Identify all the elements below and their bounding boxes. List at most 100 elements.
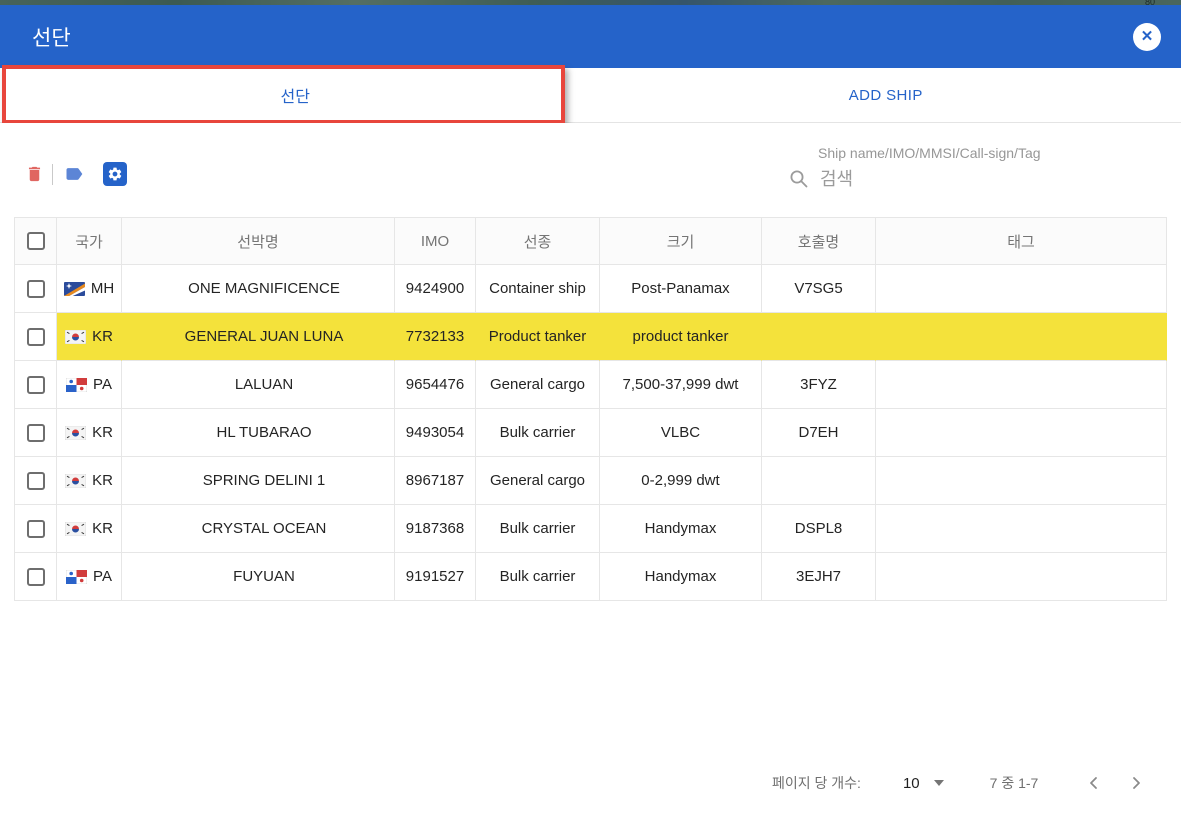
cell-size: Handymax	[600, 553, 762, 601]
cell-select	[14, 265, 57, 313]
table-row[interactable]: PA LALUAN 9654476 General cargo 7,500-37…	[14, 361, 1167, 409]
table-row[interactable]: MH ONE MAGNIFICENCE 9424900 Container sh…	[14, 265, 1167, 313]
cell-size: 7,500-37,999 dwt	[600, 361, 762, 409]
chevron-left-icon	[1086, 775, 1102, 791]
cell-tag	[876, 457, 1167, 505]
cell-tag	[876, 505, 1167, 553]
toolbar-region: Ship name/IMO/MMSI/Call-sign/Tag	[0, 123, 1181, 217]
cell-ship-name: GENERAL JUAN LUNA	[122, 313, 395, 361]
cell-select	[14, 457, 57, 505]
country-flag-icon	[65, 330, 86, 344]
country-flag-icon	[65, 474, 86, 488]
next-page-button[interactable]	[1128, 775, 1144, 791]
header-imo: IMO	[395, 217, 476, 265]
country-flag-icon	[65, 426, 86, 440]
cell-ship-name: CRYSTAL OCEAN	[122, 505, 395, 553]
range-label: 7 중 1-7	[990, 773, 1039, 793]
cell-select	[14, 553, 57, 601]
table-row[interactable]: KR SPRING DELINI 1 8967187 General cargo…	[14, 457, 1167, 505]
tag-icon	[62, 164, 86, 184]
cell-imo: 9191527	[395, 553, 476, 601]
cell-size: product tanker	[600, 313, 762, 361]
delete-button[interactable]	[24, 162, 44, 186]
table-row[interactable]: KR HL TUBARAO 9493054 Bulk carrier VLBC …	[14, 409, 1167, 457]
tab-fleet[interactable]: 선단	[0, 68, 591, 122]
cell-imo: 9424900	[395, 265, 476, 313]
row-checkbox[interactable]	[27, 328, 45, 346]
cell-tag	[876, 265, 1167, 313]
cell-tag	[876, 553, 1167, 601]
cell-ship-name: LALUAN	[122, 361, 395, 409]
country-flag-icon	[66, 570, 87, 584]
country-code: MH	[91, 280, 114, 297]
cell-imo: 9187368	[395, 505, 476, 553]
cell-ship-type: Product tanker	[476, 313, 600, 361]
search-area: Ship name/IMO/MMSI/Call-sign/Tag	[788, 145, 1088, 190]
per-page-label: 페이지 당 개수:	[772, 773, 861, 793]
header-country: 국가	[57, 217, 122, 265]
cell-country: PA	[57, 361, 122, 409]
country-code: KR	[92, 472, 113, 489]
table-row[interactable]: KR CRYSTAL OCEAN 9187368 Bulk carrier Ha…	[14, 505, 1167, 553]
country-code: KR	[92, 520, 113, 537]
cell-country: PA	[57, 553, 122, 601]
country-flag-icon	[66, 378, 87, 392]
header-ship-name: 선박명	[122, 217, 395, 265]
row-checkbox[interactable]	[27, 280, 45, 298]
search-helper-label: Ship name/IMO/MMSI/Call-sign/Tag	[818, 145, 1088, 161]
table-row[interactable]: PA FUYUAN 9191527 Bulk carrier Handymax …	[14, 553, 1167, 601]
cell-ship-type: General cargo	[476, 457, 600, 505]
row-checkbox[interactable]	[27, 568, 45, 586]
cell-tag	[876, 313, 1167, 361]
header-ship-type: 선종	[476, 217, 600, 265]
settings-button[interactable]	[103, 162, 127, 186]
row-checkbox[interactable]	[27, 376, 45, 394]
cell-country: KR	[57, 505, 122, 553]
cell-country: KR	[57, 409, 122, 457]
cell-imo: 8967187	[395, 457, 476, 505]
header-size: 크기	[600, 217, 762, 265]
cell-size: VLBC	[600, 409, 762, 457]
cell-callsign: 3FYZ	[762, 361, 876, 409]
search-input[interactable]	[820, 169, 1060, 190]
cell-ship-name: ONE MAGNIFICENCE	[122, 265, 395, 313]
cell-callsign: DSPL8	[762, 505, 876, 553]
cell-select	[14, 409, 57, 457]
cell-ship-type: General cargo	[476, 361, 600, 409]
country-flag-icon	[64, 282, 85, 296]
close-icon: ✕	[1141, 29, 1154, 44]
cell-imo: 7732133	[395, 313, 476, 361]
tag-button[interactable]	[62, 165, 86, 183]
toolbar-divider	[52, 164, 53, 185]
table-header-row: 국가 선박명 IMO 선종 크기 호출명 태그	[14, 217, 1167, 265]
row-checkbox[interactable]	[27, 424, 45, 442]
cell-size: Handymax	[600, 505, 762, 553]
country-code: PA	[93, 568, 112, 585]
country-code: KR	[92, 424, 113, 441]
fleet-table: 국가 선박명 IMO 선종 크기 호출명 태그 MH ONE MAGNIFICE…	[14, 217, 1167, 601]
cell-ship-type: Bulk carrier	[476, 409, 600, 457]
row-checkbox[interactable]	[27, 520, 45, 538]
per-page-select[interactable]: 10	[903, 775, 920, 792]
header-tag: 태그	[876, 217, 1167, 265]
cell-ship-name: FUYUAN	[122, 553, 395, 601]
cell-ship-name: SPRING DELINI 1	[122, 457, 395, 505]
search-icon	[788, 168, 810, 190]
pagination-footer: 페이지 당 개수: 10 7 중 1-7	[772, 765, 1144, 801]
close-button[interactable]: ✕	[1133, 23, 1161, 51]
cell-size: Post-Panamax	[600, 265, 762, 313]
select-all-checkbox[interactable]	[27, 232, 45, 250]
tab-add-ship[interactable]: ADD SHIP	[591, 68, 1181, 122]
previous-page-button[interactable]	[1086, 775, 1102, 791]
header-callsign: 호출명	[762, 217, 876, 265]
tab-bar: 선단 ADD SHIP	[0, 68, 1181, 123]
table-row[interactable]: KR GENERAL JUAN LUNA 7732133 Product tan…	[14, 313, 1167, 361]
country-code: KR	[92, 328, 113, 345]
fleet-dialog: 80 선단 ✕ 선단 ADD SHIP Ship name/	[0, 0, 1181, 833]
row-checkbox[interactable]	[27, 472, 45, 490]
cell-ship-type: Bulk carrier	[476, 553, 600, 601]
cell-callsign	[762, 457, 876, 505]
per-page-dropdown-icon[interactable]	[934, 780, 944, 786]
cell-country: MH	[57, 265, 122, 313]
country-code: PA	[93, 376, 112, 393]
